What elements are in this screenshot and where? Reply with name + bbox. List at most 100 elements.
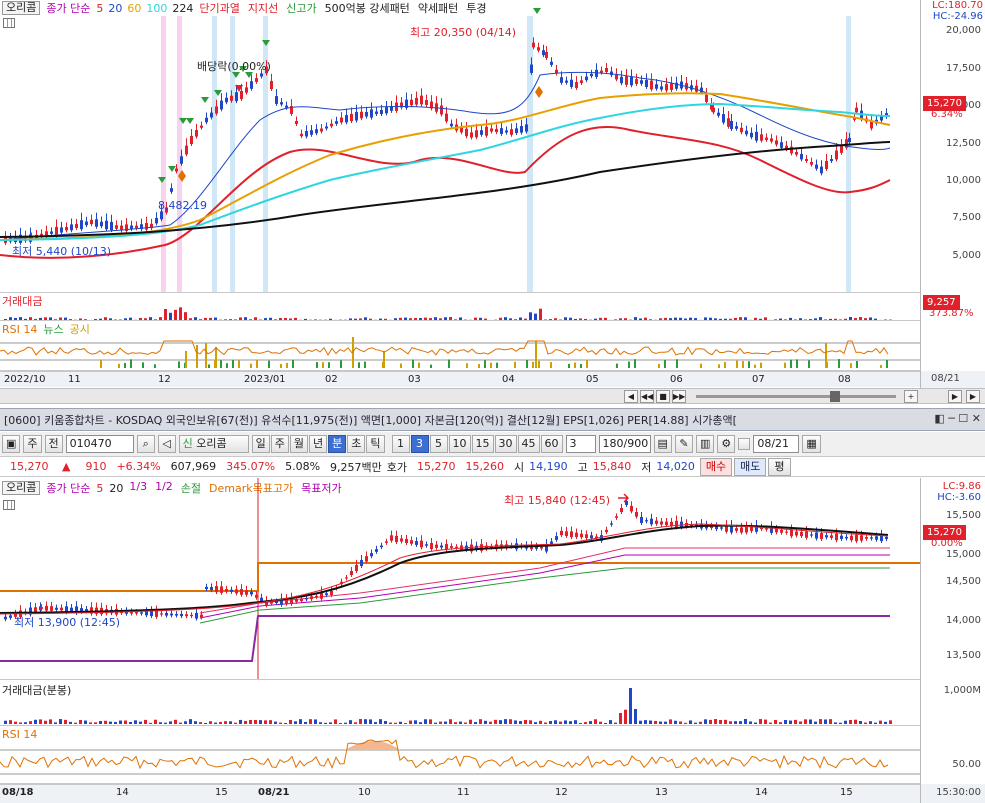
minute-10-button[interactable]: 10 (448, 435, 471, 453)
interval-3-button[interactable]: 년 (309, 435, 328, 453)
news-bar (124, 362, 126, 368)
candle (850, 535, 853, 541)
count-select[interactable]: 3 (565, 435, 596, 453)
volume-bar (604, 722, 607, 724)
candle (800, 153, 803, 160)
bottom-rsi-chart (0, 739, 920, 775)
candle (410, 540, 413, 544)
scroll-stop-icon[interactable]: ■ (656, 390, 670, 403)
interval-1-button[interactable]: 주 (270, 435, 289, 453)
interval-5-button[interactable]: 초 (347, 435, 366, 453)
candle (280, 102, 283, 105)
candle (450, 123, 453, 127)
news-bar (526, 360, 528, 368)
zoom-in-icon[interactable]: + (904, 390, 918, 403)
volume-bar (114, 721, 117, 724)
volume-bar (39, 719, 42, 724)
checkbox[interactable] (738, 438, 751, 450)
top-price-chart (0, 8, 891, 292)
news-bar (322, 362, 324, 368)
speaker-icon[interactable]: ◁ (157, 435, 176, 453)
minute-30-button[interactable]: 30 (494, 435, 517, 453)
candle (590, 535, 593, 539)
minute-1-button[interactable]: 1 (391, 435, 410, 453)
scroll-first-icon[interactable]: ◀◀ (640, 390, 654, 403)
volume-bar (714, 719, 717, 724)
date-field[interactable]: 08/21 (753, 435, 800, 453)
volume-bar (649, 720, 652, 724)
candle (285, 105, 288, 108)
scroll-right-icon[interactable]: ▶ (948, 390, 962, 403)
volume-bar (379, 719, 382, 724)
candle (775, 528, 778, 533)
bottom-rsi-axis: 50.00 (920, 726, 985, 784)
avg-button[interactable]: 평 (768, 457, 791, 476)
bottom-price-panel[interactable]: 오리콤 종가 단순 5 20 1/3 1/2 손절 Demark목표고가 목표저가 최고 … (0, 478, 920, 680)
interval-6-button[interactable]: 틱 (366, 435, 385, 453)
candle (570, 79, 573, 87)
scroll-end-icon[interactable]: ▶ (966, 390, 980, 403)
candle (745, 526, 748, 533)
minute-5-button[interactable]: 5 (429, 435, 448, 453)
volume-bar (774, 719, 777, 724)
candle (325, 593, 328, 596)
window-controls[interactable]: ◧ ─ ☐ ✕ (934, 412, 981, 425)
search-icon[interactable]: ⌕ (136, 435, 155, 453)
top-price-panel[interactable]: 오리콤 종가 단순 5 20 60 100 224 단기과열 지지선 신고가 500억봉 강세… (0, 0, 920, 293)
chart-type-icon[interactable]: ▤ (653, 435, 672, 453)
news-bar (628, 361, 630, 368)
candle (655, 84, 658, 89)
calendar-icon[interactable]: ▦ (802, 435, 821, 453)
minute-15-button[interactable]: 15 (471, 435, 494, 453)
volume-bar (339, 722, 342, 724)
stock-name-field[interactable]: 신 오리콤 (178, 435, 249, 453)
range-field[interactable]: 180/900 (598, 435, 651, 453)
settings-icon[interactable]: ⚙ (717, 435, 736, 453)
candle (350, 113, 353, 122)
interval-2-button[interactable]: 월 (289, 435, 309, 453)
candle (810, 534, 813, 536)
volume-bar (284, 722, 287, 724)
scroll-last-icon[interactable]: ▶▶ (672, 390, 686, 403)
minute-3-button[interactable]: 3 (410, 435, 429, 453)
candle (210, 587, 213, 591)
target-low-line (0, 615, 890, 662)
prev-button[interactable]: 전 (44, 435, 63, 453)
candle (565, 80, 568, 83)
price-tick: 20,000 (946, 25, 981, 36)
candle (115, 225, 118, 229)
edit-icon[interactable]: ✎ (674, 435, 693, 453)
ma-line-20 (0, 524, 889, 614)
stock-code-input[interactable]: 010470 (65, 435, 134, 453)
candle (565, 531, 568, 536)
ask-price: 15,270 (417, 460, 456, 473)
volume-bar (9, 720, 12, 724)
zoom-handle[interactable] (830, 391, 840, 402)
buy-button[interactable]: 매수 (699, 457, 733, 476)
volume-bar (64, 719, 67, 724)
volume-bar (709, 719, 712, 724)
interval-4-button[interactable]: 분 (328, 435, 347, 453)
candle (325, 126, 328, 129)
minute-45-button[interactable]: 45 (517, 435, 540, 453)
zoom-slider[interactable] (696, 395, 896, 398)
x-tick-label: 02 (325, 374, 338, 385)
news-bar (724, 361, 726, 368)
overlay-icon[interactable]: ▥ (695, 435, 715, 453)
volume-bar (734, 721, 737, 724)
window-title-strip[interactable]: [0600] 키움종합차트 - KOSDAQ 외국인보유[67(전)] 유석수[… (0, 408, 985, 431)
volume-bar (134, 720, 137, 724)
minute-60-button[interactable]: 60 (540, 435, 563, 453)
candle (665, 84, 668, 91)
menu-icon[interactable]: ▣ (2, 435, 21, 453)
sell-button[interactable]: 매도 (734, 457, 767, 476)
scroll-left-icon[interactable]: ◀ (624, 390, 638, 403)
candle (415, 97, 418, 105)
candle (145, 223, 148, 230)
volume-bar (264, 720, 267, 724)
volume-bar (624, 709, 627, 724)
chart-scrollbar[interactable]: ◀ ◀◀ ■ ▶▶ + ▶ ▶ (0, 388, 985, 404)
period-select[interactable]: 주 (23, 435, 42, 453)
candle (860, 535, 863, 541)
interval-0-button[interactable]: 일 (251, 435, 270, 453)
